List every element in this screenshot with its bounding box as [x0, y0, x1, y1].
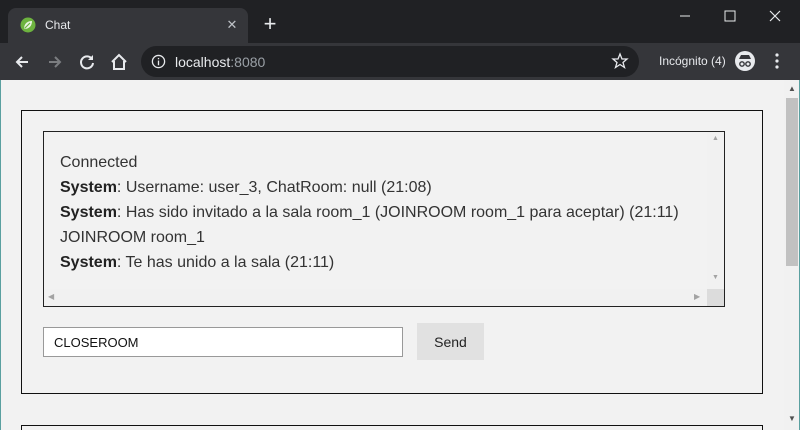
kebab-menu-icon[interactable] — [768, 52, 786, 70]
url-text: localhost:8080 — [175, 54, 265, 70]
address-bar[interactable]: localhost:8080 — [141, 46, 639, 77]
message-input[interactable] — [43, 327, 403, 357]
incognito-label: Incógnito (4) — [659, 54, 726, 68]
forward-arrow-icon[interactable] — [44, 51, 66, 73]
message-line: JOINROOM room_1 — [60, 229, 205, 246]
url-host: localhost — [175, 54, 231, 70]
scrollbar-thumb[interactable] — [786, 98, 798, 266]
scroll-right-icon[interactable]: ▶ — [694, 292, 700, 301]
scroll-down-icon[interactable]: ▼ — [712, 274, 719, 281]
message-line: System: Te has unido a la sala (21:11) — [60, 254, 335, 271]
message-line: System: Username: user_3, ChatRoom: null… — [60, 179, 432, 196]
browser-toolbar: localhost:8080 Incógnito (4) — [0, 43, 800, 80]
home-icon[interactable] — [108, 51, 130, 73]
star-icon[interactable] — [611, 52, 629, 70]
tab-title: Chat — [45, 18, 71, 32]
scroll-up-icon[interactable]: ▲ — [788, 84, 796, 93]
maximize-icon[interactable] — [720, 6, 740, 26]
chat-panel: Connected System: Username: user_3, Chat… — [21, 110, 763, 394]
message-line: System: Has sido invitado a la sala room… — [60, 204, 679, 221]
close-icon[interactable]: ✕ — [224, 17, 240, 33]
chat-log[interactable]: Connected System: Username: user_3, Chat… — [43, 131, 725, 307]
info-icon[interactable] — [151, 54, 166, 69]
second-panel — [21, 425, 763, 430]
window-close-icon[interactable] — [765, 6, 785, 26]
tab-chat[interactable]: Chat ✕ — [8, 8, 248, 43]
page-viewport: Connected System: Username: user_3, Chat… — [0, 80, 800, 430]
chat-log-horizontal-scrollbar[interactable]: ◀ ▶ — [44, 289, 707, 306]
reload-icon[interactable] — [76, 51, 98, 73]
scrollbar-corner — [707, 289, 724, 306]
tab-strip: Chat ✕ + — [0, 0, 800, 43]
send-button[interactable]: Send — [417, 323, 484, 360]
spring-leaf-icon — [20, 17, 36, 33]
url-port: :8080 — [230, 54, 266, 70]
chat-log-vertical-scrollbar[interactable]: ▲ ▼ — [707, 132, 724, 289]
minimize-icon[interactable] — [675, 6, 695, 26]
scroll-up-icon[interactable]: ▲ — [712, 135, 719, 142]
plus-icon[interactable]: + — [260, 13, 280, 35]
scroll-down-icon[interactable]: ▼ — [788, 414, 796, 423]
back-arrow-icon[interactable] — [11, 51, 33, 73]
scroll-left-icon[interactable]: ◀ — [48, 292, 54, 301]
incognito-icon[interactable] — [734, 50, 756, 72]
message-line: Connected — [60, 154, 138, 171]
page-scrollbar[interactable]: ▲ ▼ — [784, 80, 799, 430]
message-list: Connected System: Username: user_3, Chat… — [60, 150, 700, 275]
